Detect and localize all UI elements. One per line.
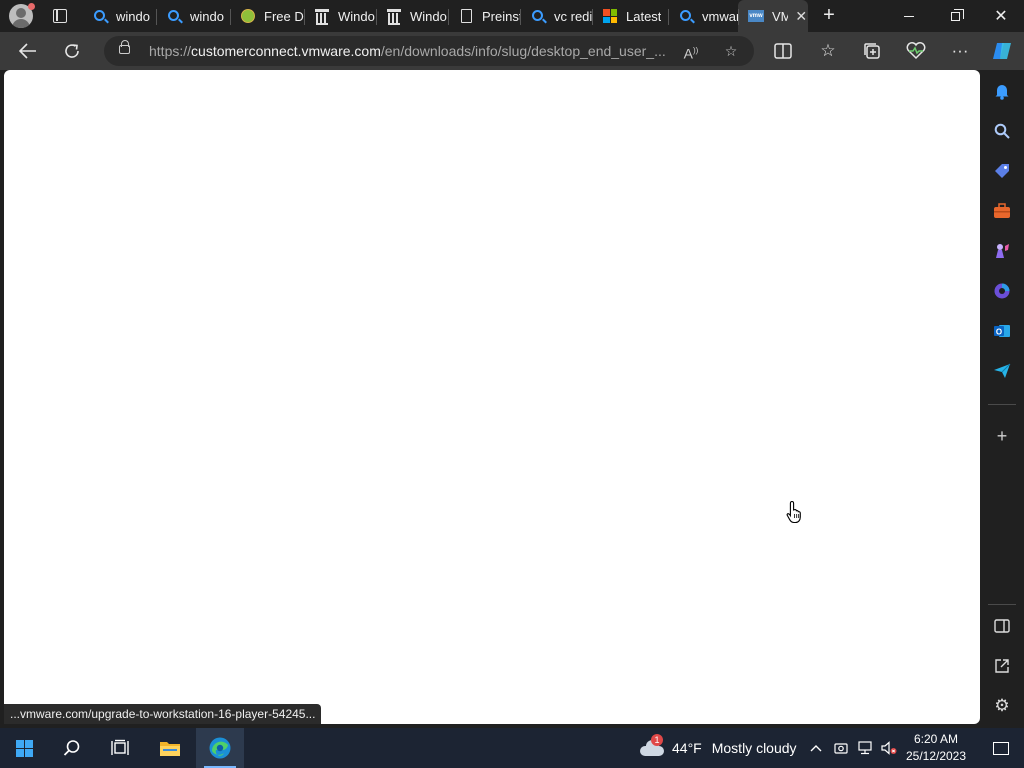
favorites-icon[interactable]: ☆ bbox=[816, 39, 840, 63]
copilot-icon[interactable] bbox=[990, 39, 1014, 63]
taskbar-search-icon[interactable] bbox=[48, 728, 96, 768]
tab-title: Preinst bbox=[482, 8, 520, 24]
tab-list: windo windo Free D Windo Windo Preinst v… bbox=[82, 0, 808, 32]
tab-title: vmwar bbox=[702, 8, 738, 24]
show-hidden-icons-chevron-icon[interactable] bbox=[806, 728, 826, 768]
tab-title: windo bbox=[116, 8, 150, 24]
system-clock[interactable]: 6:20 AM 25/12/2023 bbox=[900, 731, 972, 765]
search-icon bbox=[530, 8, 546, 24]
tab[interactable]: Latest bbox=[592, 0, 668, 32]
restore-button[interactable] bbox=[932, 0, 978, 32]
search-icon bbox=[166, 8, 182, 24]
svg-text:O: O bbox=[996, 328, 1002, 337]
browser-toolbar: https://customerconnect.vmware.com/en/do… bbox=[0, 32, 1024, 70]
tools-briefcase-icon[interactable] bbox=[991, 200, 1013, 222]
start-button[interactable] bbox=[0, 728, 48, 768]
tab-title: windo bbox=[190, 8, 224, 24]
lock-icon[interactable] bbox=[119, 40, 130, 54]
vmware-icon: vmw bbox=[748, 8, 764, 24]
search-icon bbox=[678, 8, 694, 24]
meet-now-camera-icon[interactable] bbox=[830, 728, 852, 768]
cloud-icon: 1 bbox=[640, 734, 664, 756]
tab[interactable]: Windo bbox=[304, 0, 376, 32]
file-explorer-icon[interactable] bbox=[146, 728, 194, 768]
games-chess-icon[interactable] bbox=[991, 240, 1013, 262]
tab-actions-menu-icon[interactable] bbox=[50, 6, 70, 26]
search-icon bbox=[92, 8, 108, 24]
sidebar-divider bbox=[988, 604, 1016, 605]
hand-cursor-icon bbox=[786, 500, 804, 524]
edge-sidebar: O + ⚙ bbox=[980, 70, 1024, 728]
new-tab-button[interactable]: + bbox=[818, 5, 840, 26]
tab-title: Free D bbox=[264, 8, 304, 24]
tab[interactable]: windo bbox=[82, 0, 156, 32]
weather-widget[interactable]: 1 44°F Mostly cloudy bbox=[640, 728, 797, 768]
shopping-tag-icon[interactable] bbox=[991, 160, 1013, 182]
more-options-icon[interactable]: ··· bbox=[948, 39, 972, 63]
send-plane-icon[interactable] bbox=[991, 360, 1013, 382]
tab-title: Windo bbox=[410, 8, 447, 24]
outlook-icon[interactable]: O bbox=[991, 320, 1013, 342]
add-sidebar-app-icon[interactable]: + bbox=[991, 425, 1013, 447]
link-status-url: ...vmware.com/upgrade-to-workstation-16-… bbox=[4, 704, 322, 724]
gear-icon[interactable]: ⚙ bbox=[991, 695, 1013, 717]
tab[interactable]: vc redi bbox=[520, 0, 592, 32]
task-view-icon[interactable] bbox=[96, 728, 144, 768]
page-content[interactable] bbox=[4, 70, 980, 724]
weather-condition: Mostly cloudy bbox=[711, 740, 797, 756]
clock-time: 6:20 AM bbox=[913, 732, 959, 746]
museum-icon bbox=[314, 8, 330, 25]
windows-logo-icon bbox=[15, 739, 33, 757]
favorite-star-icon[interactable]: ☆ bbox=[722, 42, 740, 60]
sidebar-divider bbox=[988, 404, 1016, 405]
page-icon bbox=[458, 8, 474, 24]
tab-strip: windo windo Free D Windo Windo Preinst v… bbox=[0, 0, 1024, 32]
address-url[interactable]: https://customerconnect.vmware.com/en/do… bbox=[149, 43, 679, 59]
tab-active[interactable]: vmw VM ✕ bbox=[738, 0, 808, 32]
address-bar[interactable]: https://customerconnect.vmware.com/en/do… bbox=[104, 36, 754, 66]
search-icon[interactable] bbox=[991, 120, 1013, 142]
weather-temperature: 44°F bbox=[672, 740, 702, 756]
museum-icon bbox=[386, 8, 402, 25]
volume-muted-icon[interactable] bbox=[878, 728, 900, 768]
action-center-icon[interactable] bbox=[978, 728, 1024, 768]
tab[interactable]: Free D bbox=[230, 0, 304, 32]
split-screen-icon[interactable] bbox=[771, 39, 795, 63]
vmware-favicon-text: vmw bbox=[748, 10, 764, 22]
tab[interactable]: Windo bbox=[376, 0, 448, 32]
profile-notification-dot bbox=[28, 3, 35, 10]
collections-icon[interactable] bbox=[860, 39, 884, 63]
read-aloud-icon[interactable]: A)) bbox=[682, 42, 700, 62]
tab[interactable]: vmwar bbox=[668, 0, 738, 32]
hide-sidebar-icon[interactable] bbox=[991, 615, 1013, 637]
edge-browser-icon[interactable] bbox=[196, 728, 244, 768]
minimize-button[interactable] bbox=[886, 0, 932, 32]
tab-title: VM bbox=[772, 8, 789, 24]
tab-title: Windo bbox=[338, 8, 375, 24]
tab[interactable]: Preinst bbox=[448, 0, 520, 32]
weather-badge: 1 bbox=[651, 734, 663, 746]
windows-taskbar: 1 44°F Mostly cloudy 6:20 AM 25/12/2023 bbox=[0, 728, 1024, 768]
browser-essentials-icon[interactable] bbox=[904, 39, 928, 63]
tab-title: Latest bbox=[626, 8, 662, 24]
open-external-icon[interactable] bbox=[991, 655, 1013, 677]
microsoft-icon bbox=[602, 8, 618, 24]
refresh-icon[interactable] bbox=[60, 39, 84, 63]
network-icon[interactable] bbox=[854, 728, 876, 768]
free-download-icon bbox=[240, 8, 256, 24]
microsoft-365-icon[interactable] bbox=[991, 280, 1013, 302]
clock-date: 25/12/2023 bbox=[905, 749, 967, 763]
close-window-button[interactable]: ✕ bbox=[978, 0, 1024, 32]
back-arrow-icon[interactable] bbox=[16, 39, 40, 63]
bell-icon[interactable] bbox=[991, 80, 1013, 102]
close-tab-icon[interactable]: ✕ bbox=[794, 8, 808, 24]
tab[interactable]: windo bbox=[156, 0, 230, 32]
tab-title: vc redi bbox=[554, 8, 592, 24]
